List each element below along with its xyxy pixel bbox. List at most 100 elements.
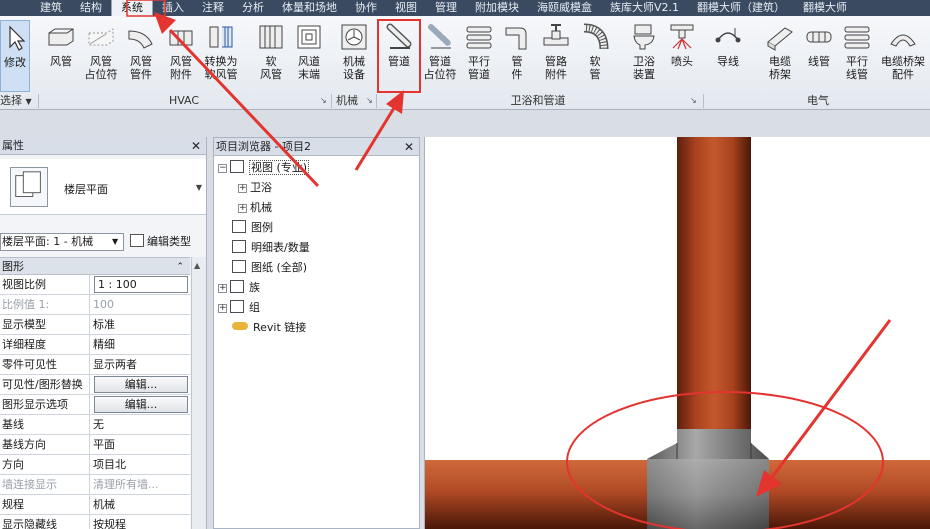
mechanical-dialog-launcher-icon[interactable]: ↘ [366,96,373,105]
view-selector[interactable]: 楼层平面: 1 - 机械 [0,233,124,251]
plumbing-dialog-launcher-icon[interactable]: ↘ [690,96,697,105]
vg-edit-button[interactable]: 编辑... [91,375,189,395]
property-row-display-model: 显示模型 标准 [0,315,190,335]
view-scale-input[interactable]: 1 : 100 [91,275,189,295]
cursor-arrow-icon [9,25,26,51]
tree-item-revit-links[interactable]: Revit 链接 [232,319,306,337]
property-row-parts-visibility: 零件可见性 显示两者 [0,355,190,375]
mechanical-equipment-button[interactable]: 机械 设备 [336,20,372,92]
ribbon-tab[interactable]: 系统 [111,0,153,16]
schedule-icon [232,240,246,253]
sprinkler-icon [670,24,694,50]
ribbon-tab[interactable]: 插入 [153,0,193,16]
pipe-placeholder-button[interactable]: 管道 占位符 [420,20,460,92]
legend-icon [232,220,246,233]
duct-accessory-button[interactable]: 风管 附件 [162,20,200,92]
modify-button[interactable]: 修改 [0,20,30,92]
hvac-dialog-launcher-icon[interactable]: ↘ [320,96,327,105]
tree-item-groups[interactable]: + 组 [218,299,260,317]
fan-icon [341,24,367,50]
valve-icon [543,24,569,46]
project-browser-title: 项目浏览器 - 项目2 [216,140,311,153]
graphic-display-edit-button[interactable]: 编辑... [91,395,189,415]
flex-duct-icon [259,25,283,49]
flex-pipe-icon [583,23,609,50]
select-group-label[interactable]: 选择 ▼ [0,94,32,108]
ribbon-tab[interactable]: 翻模大师（建筑） [688,0,794,16]
tree-item-schedules[interactable]: 明细表/数量 [232,239,310,257]
properties-close-icon[interactable]: ✕ [191,137,201,155]
ribbon-tab[interactable]: 注释 [193,0,233,16]
expand-icon[interactable]: + [238,204,247,213]
type-dropdown-icon[interactable]: ▼ [196,183,202,192]
collapse-icon[interactable]: ⌃ [176,258,184,276]
tree-item-mechanical[interactable]: + 机械 [238,199,272,217]
ribbon-tab[interactable]: 族库大师V2.1 [601,0,688,16]
sprinkler-button[interactable]: 喷头 [664,20,700,92]
tree-item-sheets[interactable]: 图纸 (全部) [232,259,307,277]
property-row-discipline: 规程 机械 [0,495,190,515]
duct-placeholder-button[interactable]: 风管 占位符 [82,20,120,92]
property-row-scale-value: 比例值 1: 100 [0,295,190,315]
properties-scrollbar[interactable] [191,257,206,529]
cable-tray-button[interactable]: 电缆 桥架 [760,20,800,92]
property-row-detail-level: 详细程度 精细 [0,335,190,355]
expand-icon[interactable]: + [238,184,247,193]
project-browser-close-icon[interactable]: ✕ [404,138,414,156]
pipe-fitting-icon [505,27,527,50]
ribbon-tab[interactable]: 建筑 [0,0,71,16]
expand-icon[interactable]: + [218,284,227,293]
duct-fitting-button[interactable]: 风管 管件 [122,20,160,92]
collapse-icon[interactable]: − [218,164,227,173]
ribbon-tab[interactable]: 海颐威模盒 [528,0,601,16]
pipe-button[interactable]: 管道 [377,19,421,93]
pipe-fitting-button[interactable]: 管 件 [500,20,534,92]
view-selector-dropdown-icon[interactable]: ▼ [112,237,118,246]
expand-icon[interactable]: + [218,304,227,313]
tree-item-plumbing[interactable]: + 卫浴 [238,179,272,197]
plumbing-fixture-button[interactable]: 卫浴 装置 [624,20,664,92]
air-terminal-icon [297,25,321,49]
parallel-conduits-button[interactable]: 平行 线管 [838,20,876,92]
plumbing-group-label: 卫浴和管道 [510,94,566,107]
group-divider [703,94,704,108]
ribbon-tab[interactable]: 翻模大师 [794,0,856,16]
duct-button[interactable]: 风管 [42,20,80,92]
group-divider [38,94,39,108]
ribbon-tab[interactable]: 体量和场地 [273,0,346,16]
duct-accessory-icon [169,30,193,46]
properties-table: 视图比例 1 : 100 比例值 1: 100 显示模型 标准 详细程度 精细 零件可见… [0,275,190,529]
edit-type-button[interactable]: 编辑类型 [130,233,191,251]
property-row-orientation: 方向 项目北 [0,455,190,475]
ribbon-tab[interactable]: 协作 [346,0,386,16]
convert-flex-duct-button[interactable]: 转换为 软风管 [200,20,242,92]
drawing-area[interactable] [424,137,930,529]
pipe-accessory-button[interactable]: 管路 附件 [536,20,576,92]
vertical-pipe[interactable] [677,137,751,432]
parallel-conduits-icon [844,26,870,49]
conduit-button[interactable]: 线管 [800,20,838,92]
ribbon-tab[interactable]: 视图 [386,0,426,16]
tree-item-families[interactable]: + 族 [218,279,260,297]
ribbon-tab-bar: 建筑 结构 系统 插入 注释 分析 体量和场地 协作 视图 管理 附加模块 海颐威模盒 族库大师V2.1… [0,0,930,16]
duct-placeholder-icon [88,28,114,46]
ribbon-tab[interactable]: 结构 [71,0,111,16]
wire-button[interactable]: 导线 [710,20,746,92]
tree-item-legends[interactable]: 图例 [232,219,273,237]
tree-item-views[interactable]: − 视图 (专业) [218,159,310,177]
group-divider [376,94,377,108]
cable-tray-fitting-button[interactable]: 电缆桥架 配件 [876,20,930,92]
ribbon-tab[interactable]: 管理 [426,0,466,16]
graphics-group-header[interactable]: 图形 ⌃ [0,257,190,275]
ribbon-tab[interactable]: 附加模块 [466,0,528,16]
scroll-up-icon[interactable]: ▲ [194,261,200,270]
parallel-pipes-button[interactable]: 平行 管道 [460,20,498,92]
air-terminal-button[interactable]: 风道 末端 [290,20,328,92]
flex-duct-button[interactable]: 软 风管 [252,20,290,92]
ribbon-tab[interactable]: 分析 [233,0,273,16]
flex-pipe-button[interactable]: 软 管 [578,20,612,92]
group-icon [230,300,244,313]
property-row-underlay-orientation: 基线方向 平面 [0,435,190,455]
type-selector[interactable]: 楼层平面 ▼ [0,159,206,215]
ribbon-panel: 修改 风管 风管 占位符 风管 管件 风管 附件 转换为 软风管 软 风管 风道… [0,16,930,110]
